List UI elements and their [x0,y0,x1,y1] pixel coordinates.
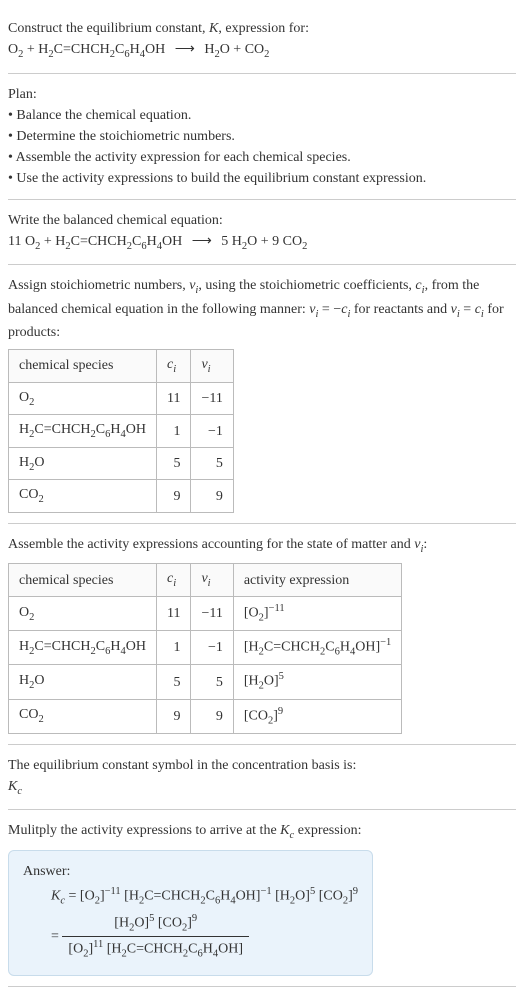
symbol-paragraph: The equilibrium constant symbol in the c… [8,755,516,776]
arrow-icon: ⟶ [192,231,212,252]
nu-cell: 9 [191,699,233,733]
plan-header: Plan: [8,84,516,105]
table-header-row: chemical species ci νi activity expressi… [9,564,402,597]
intro-section: Construct the equilibrium constant, K, e… [8,8,516,74]
species-cell: H2O [9,665,157,699]
reactant-o2: O2 [8,42,23,57]
c-cell: 1 [156,631,190,665]
plan-bullet: • Determine the stoichiometric numbers. [8,126,516,147]
col-activity: activity expression [233,564,401,597]
intro-equation: O2 + H2C=CHCH2C6H4OH ⟶ H2O + CO2 [8,39,516,63]
plan-bullet: • Balance the chemical equation. [8,105,516,126]
plan-section: Plan: • Balance the chemical equation. •… [8,74,516,200]
nu-cell: −11 [191,597,233,631]
c-cell: 5 [156,447,190,480]
species-cell: H2C=CHCH2C6H4OH [9,631,157,665]
species-cell: O2 [9,382,157,415]
arrow-icon: ⟶ [175,39,195,60]
answer-line2: = [H2O]5 [CO2]9 [O2]11 [H2C=CHCH2C6H4OH] [51,911,358,962]
stoich-section: Assign stoichiometric numbers, νi, using… [8,265,516,524]
activity-cell: [H2C=CHCH2C6H4OH]−1 [233,631,401,665]
symbol-section: The equilibrium constant symbol in the c… [8,745,516,811]
answer-line1: Kc = [O2]−11 [H2C=CHCH2C6H4OH]−1 [H2O]5 … [51,884,358,909]
text: Construct the equilibrium constant, [8,21,209,36]
c-cell: 9 [156,699,190,733]
species-cell: CO2 [9,480,157,513]
fraction-numerator: [H2O]5 [CO2]9 [62,911,249,937]
c-cell: 5 [156,665,190,699]
table-row: H2O 5 5 [H2O]5 [9,665,402,699]
fraction-denominator: [O2]11 [H2C=CHCH2C6H4OH] [62,937,249,962]
species-cell: CO2 [9,699,157,733]
nu-cell: −1 [191,415,233,448]
species-cell: H2O [9,447,157,480]
table-row: H2C=CHCH2C6H4OH 1 −1 [9,415,234,448]
species-cell: O2 [9,597,157,631]
table-row: H2C=CHCH2C6H4OH 1 −1 [H2C=CHCH2C6H4OH]−1 [9,631,402,665]
nu-cell: 5 [191,665,233,699]
col-c: ci [156,564,190,597]
species-cell: H2C=CHCH2C6H4OH [9,415,157,448]
K-symbol: K [209,21,218,36]
stoich-table: chemical species ci νi O2 11 −11 H2C=CHC… [8,349,234,513]
nu-cell: −11 [191,382,233,415]
table-row: O2 11 −11 [9,382,234,415]
col-species: chemical species [9,350,157,383]
table-row: O2 11 −11 [O2]−11 [9,597,402,631]
activity-paragraph: Assemble the activity expressions accoun… [8,534,516,558]
activity-table: chemical species ci νi activity expressi… [8,563,402,733]
nu-cell: −1 [191,631,233,665]
product-h2o: H2O + CO2 [204,42,269,57]
table-row: CO2 9 9 [9,480,234,513]
balanced-equation: 11 O2 + H2C=CHCH2C6H4OH ⟶ 5 H2O + 9 CO2 [8,231,516,255]
activity-cell: [O2]−11 [233,597,401,631]
c-cell: 1 [156,415,190,448]
nu-cell: 5 [191,447,233,480]
multiply-paragraph: Mulitply the activity expressions to arr… [8,820,516,844]
c-cell: 11 [156,382,190,415]
balanced-header: Write the balanced chemical equation: [8,210,516,231]
answer-label: Answer: [23,861,358,882]
col-c: ci [156,350,190,383]
answer-box: Answer: Kc = [O2]−11 [H2C=CHCH2C6H4OH]−1… [8,850,373,976]
activity-cell: [CO2]9 [233,699,401,733]
activity-cell: [H2O]5 [233,665,401,699]
plan-bullet: • Use the activity expressions to build … [8,168,516,189]
table-row: H2O 5 5 [9,447,234,480]
intro-line1: Construct the equilibrium constant, K, e… [8,18,516,39]
col-species: chemical species [9,564,157,597]
table-header-row: chemical species ci νi [9,350,234,383]
Kc-symbol: Kc [8,776,516,800]
table-row: CO2 9 9 [CO2]9 [9,699,402,733]
plan-bullet: • Assemble the activity expression for e… [8,147,516,168]
fraction: [H2O]5 [CO2]9 [O2]11 [H2C=CHCH2C6H4OH] [62,911,249,962]
c-cell: 9 [156,480,190,513]
activity-section: Assemble the activity expressions accoun… [8,524,516,745]
multiply-section: Mulitply the activity expressions to arr… [8,810,516,986]
col-nu: νi [191,350,233,383]
text: , expression for: [218,21,309,36]
col-nu: νi [191,564,233,597]
c-cell: 11 [156,597,190,631]
stoich-paragraph: Assign stoichiometric numbers, νi, using… [8,275,516,343]
nu-cell: 9 [191,480,233,513]
balanced-section: Write the balanced chemical equation: 11… [8,200,516,266]
